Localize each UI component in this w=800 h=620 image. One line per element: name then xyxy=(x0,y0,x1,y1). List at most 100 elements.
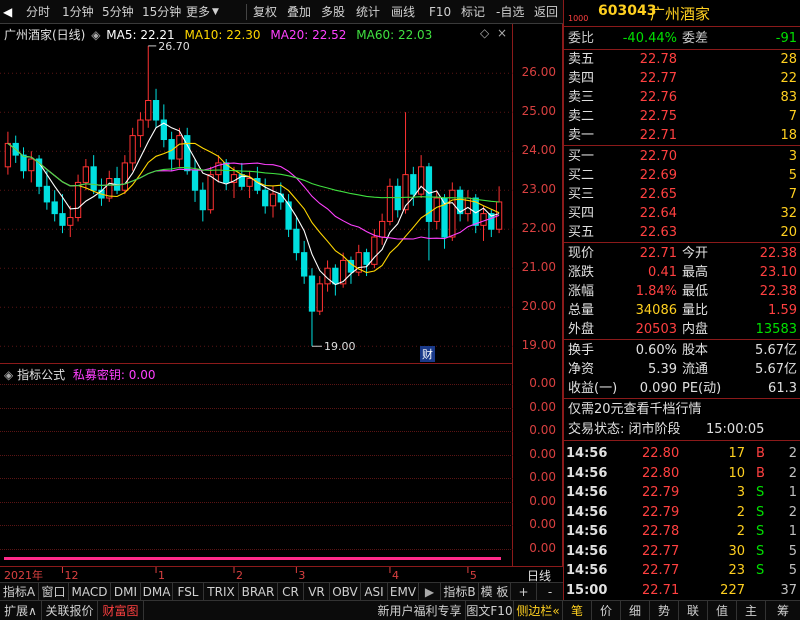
tab-window[interactable]: 窗口 xyxy=(39,583,69,601)
graphic-f10-button[interactable]: 图文F10 xyxy=(466,601,514,620)
kline-chart-panel[interactable]: 广州酒家(日线) ◈ MA5: 22.21 MA10: 22.30 MA20: … xyxy=(0,24,513,364)
tab-indicator-b[interactable]: 指标B xyxy=(441,583,479,601)
tab-value[interactable]: 值 xyxy=(708,601,737,620)
toolbar-restore-rights[interactable]: 复权 xyxy=(253,0,277,24)
bids-row[interactable]: 买三 22.65 7 xyxy=(564,185,800,204)
asks-row[interactable]: 卖一 22.71 18 xyxy=(564,126,800,145)
related-quotes-button[interactable]: 关联报价 xyxy=(42,601,98,620)
tick-time: 14:56 xyxy=(566,563,608,578)
stat-value: 22.38 xyxy=(759,246,797,261)
asks-row[interactable]: 卖二 22.75 7 xyxy=(564,107,800,126)
tick-volume: 23 xyxy=(728,563,745,578)
bids-price: 22.69 xyxy=(639,168,677,183)
bids-row[interactable]: 买五 22.63 20 xyxy=(564,223,800,242)
fundamental-value: 5.67亿 xyxy=(755,362,797,377)
asks-price: 22.78 xyxy=(639,52,677,67)
asks-price: 22.76 xyxy=(639,90,677,105)
tab-trend[interactable]: 势 xyxy=(650,601,679,620)
asks-row[interactable]: 卖五 22.78 28 xyxy=(564,50,800,69)
ma20-line xyxy=(7,142,500,240)
tab-chips[interactable]: 筹 xyxy=(766,601,800,620)
fundamental-label: 股本 xyxy=(682,343,709,358)
trade-ticks[interactable]: 14:56 22.80 17 B 2 14:56 22.80 10 B 2 14:56 22.79 3 S… xyxy=(564,441,800,600)
indicator-grid-line xyxy=(0,525,513,526)
toolbar-draw-line[interactable]: 画线 xyxy=(391,0,415,24)
tab-more-arrow-icon[interactable]: ▶ xyxy=(419,583,441,601)
candle xyxy=(20,147,27,179)
tab-dmi[interactable]: DMI xyxy=(111,583,141,601)
indicator-tick-label: 0.00 xyxy=(529,423,556,437)
fundamental-label: 流通 xyxy=(682,362,709,377)
sidebar-toggle-button[interactable]: 侧边栏« xyxy=(514,601,563,620)
finance-badge[interactable]: 财 xyxy=(420,346,435,362)
tab-price[interactable]: 价 xyxy=(592,601,621,620)
kline-chart: 26.70 19.00 xyxy=(0,40,513,353)
candle xyxy=(51,190,58,222)
bids-row[interactable]: 买二 22.69 5 xyxy=(564,166,800,185)
candle xyxy=(145,45,152,128)
indicator-grid-line xyxy=(0,431,513,432)
toolbar-1min[interactable]: 1分钟 xyxy=(62,0,94,24)
toolbar-f10[interactable]: F10 xyxy=(429,0,451,24)
candle xyxy=(67,205,74,238)
bids-label: 买四 xyxy=(568,206,595,221)
bids-row[interactable]: 买四 22.64 32 xyxy=(564,204,800,223)
bid-book: 买一 22.70 3 买二 22.69 5 买三 22.65 7 买四 22.64 32 买五 22.63… xyxy=(564,146,800,242)
promo-row[interactable]: 仅需20元查看千档行情 xyxy=(564,400,800,419)
asks-row[interactable]: 卖四 22.77 22 xyxy=(564,69,800,88)
toolbar-more[interactable]: 更多 xyxy=(186,0,210,24)
tab-main[interactable]: 主 xyxy=(737,601,766,620)
tick-time: 14:56 xyxy=(566,465,608,481)
indicator-dropdown-icon[interactable]: ◈ xyxy=(4,368,13,382)
tab-brar[interactable]: BRAR xyxy=(239,583,278,601)
tab-template[interactable]: 模 板 xyxy=(479,583,511,601)
asks-label: 卖五 xyxy=(568,52,595,67)
tick-price: 22.80 xyxy=(642,446,680,461)
tick-side: S xyxy=(756,563,765,578)
more-caret-icon[interactable]: ▼ xyxy=(212,0,219,24)
toolbar-statistics[interactable]: 统计 xyxy=(356,0,380,24)
asks-row[interactable]: 卖三 22.76 83 xyxy=(564,88,800,107)
indicator-tick-label: 0.00 xyxy=(529,540,556,555)
promo-text[interactable]: 仅需20元查看千档行情 xyxy=(568,400,702,419)
toolbar-5min[interactable]: 5分钟 xyxy=(102,0,134,24)
new-user-benefit-link[interactable]: 新用户福利专享 xyxy=(374,601,466,620)
candle xyxy=(449,182,456,241)
tab-detail[interactable]: 细 xyxy=(621,601,650,620)
tab-remove[interactable]: - xyxy=(537,583,563,601)
tab-trix[interactable]: TRIX xyxy=(204,583,239,601)
tab-vr[interactable]: VR xyxy=(304,583,330,601)
tab-fsl[interactable]: FSL xyxy=(173,583,204,601)
trade-status-time: 15:00:05 xyxy=(706,422,765,437)
stat-label: 涨幅 xyxy=(568,284,595,299)
indicator-panel[interactable]: ◈ 指标公式 私募密钥: 0.00 xyxy=(0,364,513,566)
tab-linked[interactable]: 联 xyxy=(679,601,708,620)
toolbar-15min[interactable]: 15分钟 xyxy=(142,0,181,24)
tab-macd[interactable]: MACD xyxy=(69,583,111,601)
tab-emv[interactable]: EMV xyxy=(388,583,419,601)
tab-cr[interactable]: CR xyxy=(278,583,304,601)
toolbar-remove-watchlist[interactable]: -自选 xyxy=(496,0,524,24)
toolbar-multi-stock[interactable]: 多股 xyxy=(321,0,345,24)
toolbar-overlay[interactable]: 叠加 xyxy=(287,0,311,24)
expand-button[interactable]: 扩展∧ xyxy=(0,601,42,620)
tab-obv[interactable]: OBV xyxy=(330,583,361,601)
indicator-tab-bar: 指标A 窗口 MACD DMI DMA FSL TRIX BRAR CR VR … xyxy=(0,582,563,601)
candle xyxy=(308,268,316,347)
toolbar-back[interactable]: 返回 xyxy=(534,0,558,24)
toolbar-intraday[interactable]: 分时 xyxy=(26,0,50,24)
tick-count: 5 xyxy=(788,543,797,559)
tab-trades[interactable]: 笔 xyxy=(563,601,592,620)
collapse-arrow-icon[interactable]: ◀ xyxy=(3,0,12,24)
tab-asi[interactable]: ASI xyxy=(361,583,388,601)
wealth-map-button[interactable]: 财富图 xyxy=(98,601,144,620)
tab-add[interactable]: + xyxy=(511,583,537,601)
tick-row: 14:56 22.80 17 B 2 xyxy=(564,444,800,463)
tab-indicator-a[interactable]: 指标A xyxy=(0,583,39,601)
tick-price: 22.80 xyxy=(642,465,680,481)
bids-row[interactable]: 买一 22.70 3 xyxy=(564,147,800,166)
indicator-grid-line xyxy=(0,548,513,550)
tab-dma[interactable]: DMA xyxy=(141,583,173,601)
date-label: 3 xyxy=(298,569,305,582)
toolbar-mark[interactable]: 标记 xyxy=(461,0,485,24)
